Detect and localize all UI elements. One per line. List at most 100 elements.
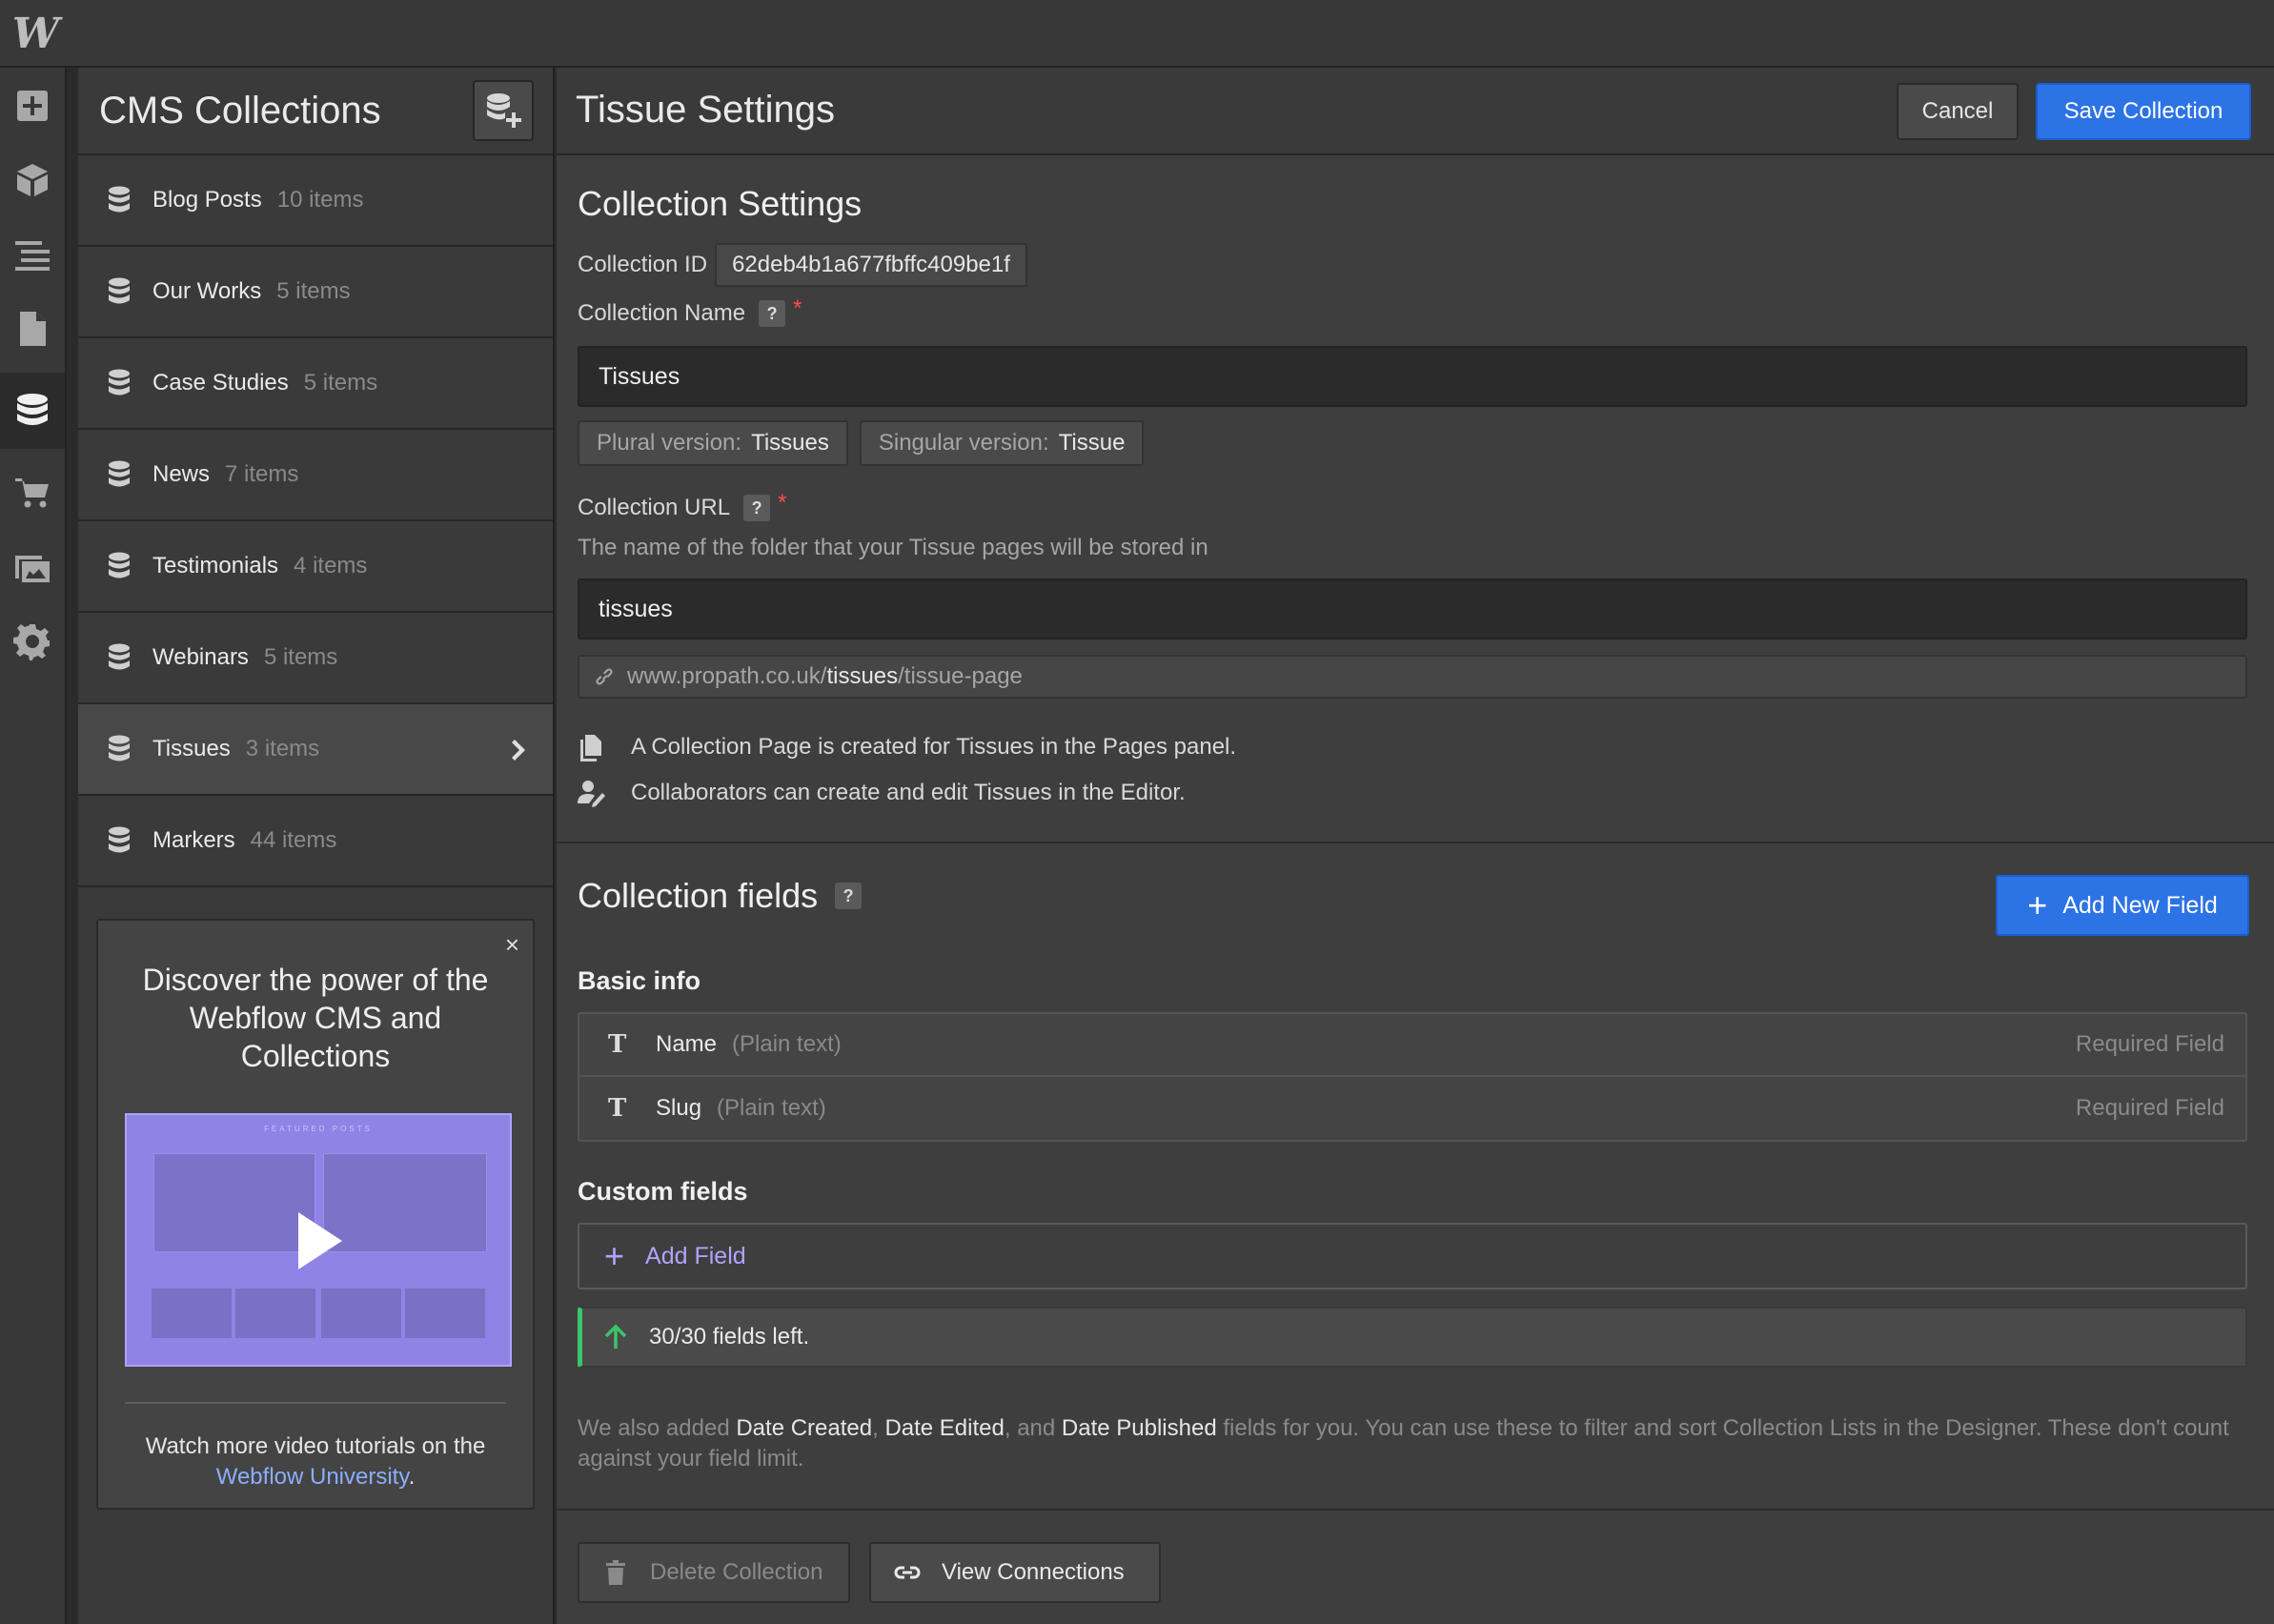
panel-title: CMS Collections [99, 89, 381, 132]
collection-count: 5 items [303, 370, 378, 396]
collection-url-input[interactable]: tissues [578, 579, 2247, 639]
collection-item[interactable]: Blog Posts 10 items [78, 155, 553, 247]
plural-label: Plural version: [597, 430, 742, 456]
note-date-edited: Date Edited [884, 1415, 1005, 1441]
field-row-slug[interactable]: T Slug (Plain text) Required Field [579, 1077, 2245, 1140]
cancel-button[interactable]: Cancel [1897, 83, 2019, 140]
add-collection-button[interactable] [473, 80, 534, 141]
plural-value: Tissues [751, 430, 829, 456]
singular-label: Singular version: [878, 430, 1049, 456]
collection-item[interactable]: News 7 items [78, 430, 553, 521]
note-text: We also added [578, 1415, 737, 1441]
pages-icon[interactable] [0, 293, 65, 365]
collection-name-label-row: Collection Name ? * [578, 295, 802, 327]
settings-header: Tissue Settings Cancel Save Collection [557, 68, 2274, 155]
delete-collection-label: Delete Collection [650, 1559, 823, 1585]
webflow-logo[interactable]: W [0, 0, 68, 68]
view-connections-button[interactable]: View Connections [869, 1542, 1161, 1603]
navigator-icon[interactable] [0, 218, 65, 291]
collection-item[interactable]: Testimonials 4 items [78, 521, 553, 613]
collection-url-label-row: Collection URL ? * [578, 490, 786, 521]
note-date-published: Date Published [1061, 1415, 1217, 1441]
database-icon [109, 552, 130, 579]
database-icon [109, 277, 130, 304]
url-preview-folder: tissues [826, 663, 899, 689]
plus-icon: + [2027, 885, 2048, 924]
pages-icon [580, 735, 601, 761]
rail-gap [67, 68, 78, 1624]
ecommerce-cart-icon[interactable] [0, 457, 65, 529]
collection-settings-panel: Tissue Settings Cancel Save Collection C… [557, 68, 2274, 1624]
collection-fields-heading-row: Collection fields ? [578, 876, 863, 916]
collection-count: 44 items [250, 827, 337, 853]
fields-left-text: 30/30 fields left. [649, 1324, 810, 1350]
collection-id-row: Collection ID 62deb4b1a677fbffc409be1f [578, 243, 1027, 287]
collection-fields-heading: Collection fields [578, 876, 819, 915]
help-icon[interactable]: ? [743, 495, 771, 521]
panel-header: CMS Collections [78, 68, 553, 155]
field-type: (Plain text) [732, 1031, 842, 1057]
assets-images-icon[interactable] [0, 531, 65, 603]
date-fields-note: We also added Date Created, Date Edited,… [578, 1413, 2255, 1474]
delete-collection-button[interactable]: Delete Collection [578, 1542, 850, 1603]
collection-url-label: Collection URL [578, 495, 731, 520]
section-divider [557, 842, 2274, 843]
url-preview-domain: www.propath.co.uk/ [627, 663, 827, 689]
arrow-up-icon [604, 1324, 627, 1349]
collection-item[interactable]: Our Works 5 items [78, 247, 553, 338]
collection-name: Markers [152, 827, 235, 853]
cube-icon[interactable] [0, 144, 65, 216]
add-field-button[interactable]: + Add Field [578, 1223, 2247, 1289]
collection-item[interactable]: Case Studies 5 items [78, 338, 553, 430]
database-icon [109, 826, 130, 853]
promo-text: Watch more video tutorials on the Webflo… [117, 1431, 514, 1492]
collection-page-info: A Collection Page is created for Tissues… [578, 733, 1236, 761]
field-row-name[interactable]: T Name (Plain text) Required Field [579, 1014, 2245, 1077]
link-icon [894, 1566, 921, 1579]
play-icon[interactable] [298, 1212, 342, 1269]
collection-name: Our Works [152, 278, 262, 304]
cms-collections-panel: CMS Collections Blog Posts 10 items Our … [78, 68, 555, 1624]
top-bar: W [0, 0, 2274, 68]
close-icon[interactable]: × [505, 930, 519, 960]
database-icon [109, 186, 130, 213]
settings-gear-icon[interactable] [0, 605, 65, 678]
save-collection-button[interactable]: Save Collection [2036, 83, 2251, 140]
video-preview-card [153, 1153, 315, 1252]
promo-text-lead: Watch more video tutorials on the [145, 1433, 486, 1459]
collection-name-input[interactable]: Tissues [578, 346, 2247, 407]
collection-name: Blog Posts [152, 187, 262, 213]
collection-item[interactable]: Webinars 5 items [78, 613, 553, 704]
link-icon [596, 668, 613, 685]
note-date-created: Date Created [736, 1415, 873, 1441]
left-rail [0, 68, 67, 1624]
add-icon[interactable] [0, 70, 65, 142]
collection-count: 10 items [276, 187, 364, 213]
collection-name: Tissues [152, 736, 231, 761]
collection-url-description: The name of the folder that your Tissue … [578, 535, 1208, 560]
singular-value: Tissue [1058, 430, 1126, 456]
video-preview-thumb [235, 1289, 315, 1338]
promo-title: Discover the power of the Webflow CMS an… [142, 963, 489, 1073]
user-edit-icon [578, 781, 605, 807]
custom-fields-heading: Custom fields [578, 1177, 748, 1206]
collection-count: 4 items [294, 553, 368, 579]
help-icon[interactable]: ? [835, 883, 863, 909]
webflow-university-link[interactable]: Webflow University [216, 1464, 409, 1490]
collection-page-info-text: A Collection Page is created for Tissues… [631, 734, 1237, 760]
collection-id-label: Collection ID [578, 252, 708, 277]
collection-item[interactable]: Markers 44 items [78, 796, 553, 887]
help-icon[interactable]: ? [759, 300, 786, 327]
collection-count: 5 items [263, 644, 338, 670]
database-icon [109, 735, 130, 761]
promo-text-end: . [408, 1464, 416, 1490]
database-icon [109, 460, 130, 487]
collection-item-active[interactable]: Tissues 3 items [78, 704, 553, 796]
database-icon [109, 643, 130, 670]
collection-name: Testimonials [152, 553, 279, 579]
video-thumbnail[interactable]: FEATURED POSTS [125, 1113, 512, 1367]
add-new-field-button[interactable]: + Add New Field [1996, 875, 2249, 936]
cms-database-icon[interactable] [0, 373, 65, 449]
collection-count: 5 items [276, 278, 351, 304]
collection-name-label: Collection Name [578, 300, 746, 326]
